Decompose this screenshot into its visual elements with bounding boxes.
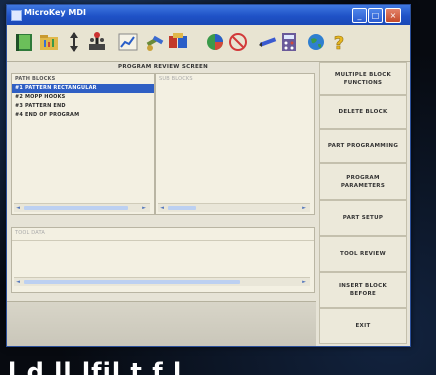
scroll-right-icon[interactable]: ► — [301, 278, 307, 286]
sub-blocks-scrollbar[interactable]: ◄ ► — [158, 203, 310, 212]
path-blocks-list[interactable]: PATH BLOCKS #1 PATTERN RECTANGULAR #2 MO… — [11, 73, 155, 215]
status-area — [7, 301, 316, 346]
folder-chart-icon[interactable] — [38, 30, 60, 54]
globe-icon[interactable] — [305, 30, 327, 54]
button-label: PROGRAM PARAMETERS — [340, 174, 386, 189]
pencil-icon[interactable] — [257, 30, 279, 54]
multiple-block-functions-button[interactable]: MULTIPLE BLOCK FUNCTIONS — [319, 62, 407, 95]
book-icon[interactable] — [13, 30, 35, 54]
button-label: TOOL REVIEW — [340, 251, 386, 257]
tool-data-scrollbar[interactable]: ◄ ► — [14, 277, 310, 286]
exit-button[interactable]: EXIT — [319, 308, 407, 344]
calculator-icon[interactable] — [278, 30, 300, 54]
insert-block-before-button[interactable]: INSERT BLOCK BEFORE — [319, 272, 407, 308]
sub-blocks-header: SUB BLOCKS — [159, 76, 193, 82]
list-item[interactable]: #3 PATTERN END — [12, 102, 154, 111]
toolbar: ? — [7, 25, 410, 62]
tool-data-panel[interactable]: TOOL DATA ◄ ► — [11, 227, 315, 293]
scroll-thumb[interactable] — [24, 280, 240, 284]
window-title: MicroKey MDI — [24, 8, 86, 17]
part-setup-button[interactable]: PART SETUP — [319, 200, 407, 236]
program-parameters-button[interactable]: PROGRAM PARAMETERS — [319, 163, 407, 200]
scroll-right-icon[interactable]: ► — [301, 204, 307, 212]
tools-icon[interactable] — [144, 30, 166, 54]
path-blocks-scrollbar[interactable]: ◄ ► — [14, 203, 150, 212]
scroll-thumb[interactable] — [168, 206, 196, 210]
stop-sign-icon[interactable] — [227, 30, 249, 54]
button-label: DELETE BLOCK — [338, 109, 388, 115]
close-button[interactable]: × — [385, 8, 401, 23]
button-label: EXIT — [355, 323, 371, 329]
sub-blocks-list[interactable]: SUB BLOCKS ◄ ► — [155, 73, 315, 215]
part-programming-button[interactable]: PART PROGRAMMING — [319, 129, 407, 163]
divider — [12, 240, 314, 241]
line-graph-icon[interactable] — [117, 30, 139, 54]
path-blocks-header: PATH BLOCKS — [15, 76, 56, 82]
list-item[interactable]: #2 MOPP HOOKS — [12, 93, 154, 102]
panel-title: PROGRAM REVIEW SCREEN — [117, 64, 209, 70]
scroll-left-icon[interactable]: ◄ — [15, 278, 21, 286]
caption-strip: l d ll lfil t f l — [8, 350, 428, 375]
button-label: PART SETUP — [342, 215, 384, 221]
scroll-left-icon[interactable]: ◄ — [15, 204, 21, 212]
wrench-set-icon[interactable] — [167, 30, 189, 54]
axes-arrows-icon[interactable] — [63, 30, 85, 54]
tool-review-button[interactable]: TOOL REVIEW — [319, 236, 407, 272]
svg-text:?: ? — [334, 33, 344, 54]
scroll-left-icon[interactable]: ◄ — [159, 204, 165, 212]
app-window: MicroKey MDI _ □ × ? PROGRAM REVIEW SCRE… — [6, 4, 411, 347]
scroll-right-icon[interactable]: ► — [141, 204, 147, 212]
delete-block-button[interactable]: DELETE BLOCK — [319, 95, 407, 129]
maximize-button[interactable]: □ — [368, 8, 383, 23]
button-label: INSERT BLOCK BEFORE — [338, 283, 388, 297]
title-bar[interactable]: MicroKey MDI _ □ × — [7, 5, 410, 25]
scroll-thumb[interactable] — [24, 206, 128, 210]
tool-data-header: TOOL DATA — [15, 230, 45, 236]
list-item[interactable]: #1 PATTERN RECTANGULAR — [12, 84, 154, 93]
button-label: PART PROGRAMMING — [327, 143, 399, 149]
joystick-icon[interactable] — [86, 30, 108, 54]
help-icon[interactable]: ? — [328, 30, 350, 54]
caption-text: l d ll lfil t f l — [8, 358, 183, 375]
minimize-button[interactable]: _ — [352, 8, 367, 23]
color-wheel-icon[interactable] — [204, 30, 226, 54]
list-item[interactable]: #4 END OF PROGRAM — [12, 111, 154, 120]
app-icon — [11, 10, 22, 21]
button-label: MULTIPLE BLOCK FUNCTIONS — [334, 71, 392, 86]
